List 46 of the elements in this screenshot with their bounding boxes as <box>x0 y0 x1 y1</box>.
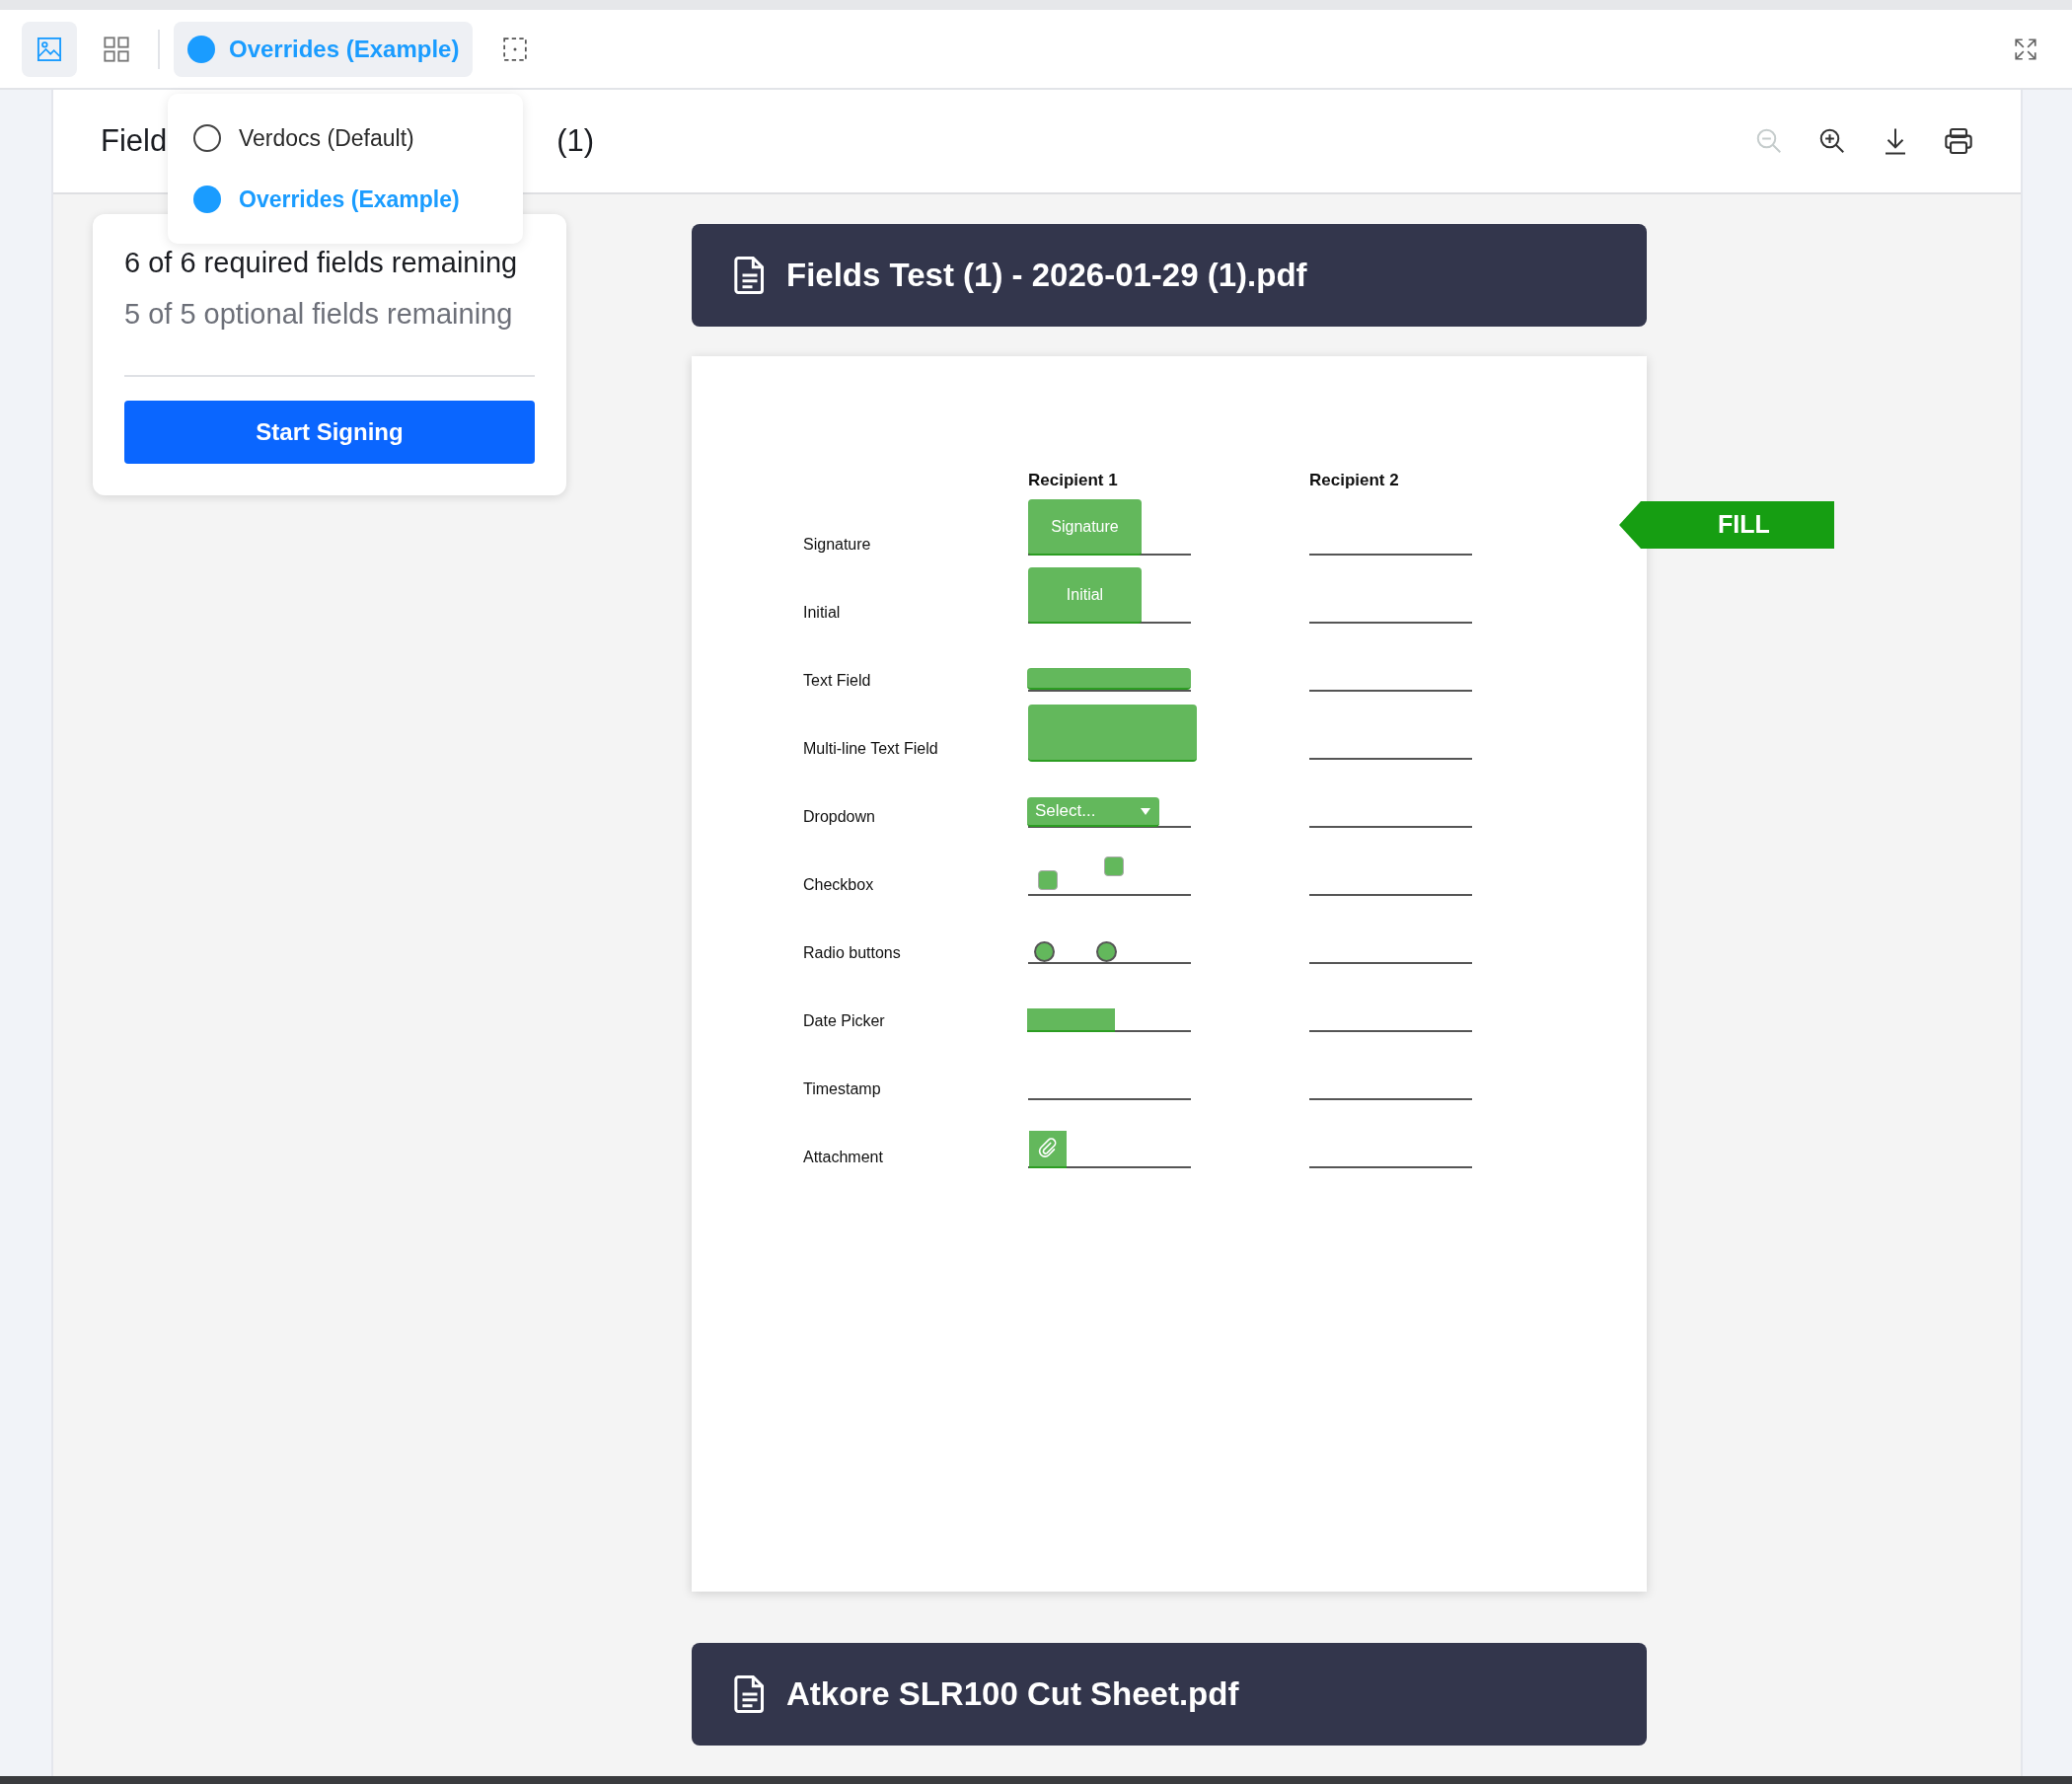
radio-button[interactable] <box>1034 941 1055 962</box>
document-title: Field <box>101 121 168 160</box>
row-label: Text Field <box>803 671 872 691</box>
document-header-bar[interactable]: Fields Test (1) - 2026-01-29 (1).pdf <box>692 224 1647 327</box>
caret-icon <box>1140 806 1151 816</box>
zoom-in-icon <box>1817 126 1847 156</box>
theme-menu-item[interactable]: Verdocs (Default) <box>168 108 523 169</box>
signature-field[interactable]: Signature <box>1028 499 1142 556</box>
document-icon <box>733 1674 767 1714</box>
grid-icon <box>103 35 130 63</box>
fullscreen-icon[interactable] <box>2013 36 2038 62</box>
row-label: Date Picker <box>803 1011 886 1031</box>
row-label: Multi-line Text Field <box>803 739 939 759</box>
paperclip-icon <box>1037 1138 1059 1159</box>
column-heading: Recipient 2 <box>1309 470 1400 487</box>
attachment-field[interactable] <box>1029 1131 1067 1168</box>
row-label: Checkbox <box>803 875 875 895</box>
optional-fields-count: 5 of 5 optional fields remaining <box>124 296 514 332</box>
document-icon <box>733 256 767 295</box>
row-label: Timestamp <box>803 1079 882 1099</box>
focus-frame-icon[interactable] <box>502 36 529 62</box>
row-label: Attachment <box>803 1148 884 1167</box>
row-label: Dropdown <box>803 807 876 827</box>
column-heading: Recipient 1 <box>1028 470 1119 487</box>
image-view-button[interactable] <box>22 21 77 77</box>
dropdown-field[interactable]: Select... <box>1027 797 1159 827</box>
printer-icon <box>1943 125 1974 157</box>
zoom-out-icon <box>1754 126 1784 156</box>
row-label: Radio buttons <box>803 943 902 963</box>
fill-button[interactable]: FILL <box>1619 501 1834 549</box>
date-field[interactable] <box>1027 1008 1115 1032</box>
image-icon <box>36 35 63 63</box>
initial-field[interactable]: Initial <box>1028 567 1142 624</box>
radio-button[interactable] <box>1096 941 1117 962</box>
theme-menu-item[interactable]: Overrides (Example) <box>168 169 523 230</box>
document-header-bar[interactable]: Atkore SLR100 Cut Sheet.pdf <box>692 1643 1647 1746</box>
required-fields-count: 6 of 6 required fields remaining <box>124 246 519 280</box>
text-input-field[interactable] <box>1027 668 1191 690</box>
checkbox[interactable] <box>1104 856 1124 876</box>
row-label: Signature <box>803 535 872 555</box>
document-title: (1) <box>556 121 595 160</box>
row-label: Initial <box>803 603 842 623</box>
checkbox[interactable] <box>1038 870 1058 890</box>
start-signing-button[interactable]: Start Signing <box>124 401 535 464</box>
theme-dropdown-button[interactable]: Overrides (Example) <box>174 21 474 77</box>
multiline-input-field[interactable] <box>1028 705 1197 762</box>
